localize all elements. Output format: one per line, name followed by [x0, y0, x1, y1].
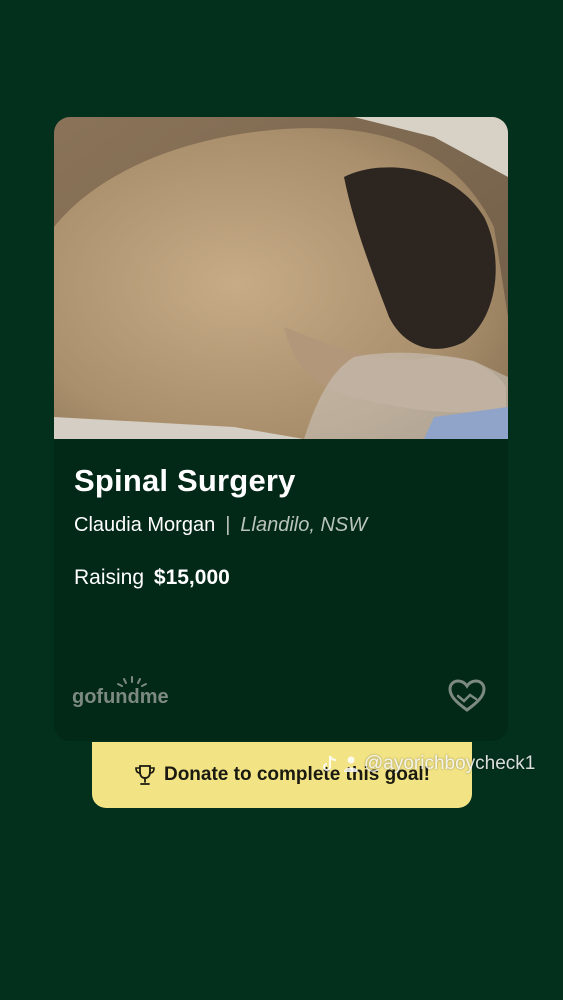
meta-separator: | — [225, 514, 231, 536]
campaign-title: Spinal Surgery — [74, 463, 296, 498]
fundraiser-card[interactable]: Spinal Surgery Claudia Morgan | Llandilo… — [54, 117, 508, 741]
donate-button[interactable]: Donate to complete this goal! — [92, 742, 472, 808]
trophy-icon — [134, 764, 156, 786]
gofundme-logo: gofundme — [72, 675, 192, 714]
fundraiser-photo — [54, 117, 508, 439]
tiktok-watermark: @ayorichboycheck1 — [322, 753, 535, 775]
campaign-meta: Claudia Morgan | Llandilo, NSW — [74, 514, 367, 537]
tiktok-handle: @ayorichboycheck1 — [364, 753, 536, 774]
profile-icon — [342, 755, 360, 773]
organizer-name: Claudia Morgan — [74, 514, 216, 536]
brand-wordmark: gofundme — [72, 686, 169, 708]
tiktok-icon — [322, 755, 338, 773]
raising-label: Raising — [74, 566, 145, 589]
raising-amount: $15,000 — [153, 566, 230, 589]
campaign-location: Llandilo, NSW — [240, 514, 368, 536]
heart-hands-icon[interactable] — [448, 679, 486, 718]
raising-goal: Raising $15,000 — [74, 566, 230, 590]
